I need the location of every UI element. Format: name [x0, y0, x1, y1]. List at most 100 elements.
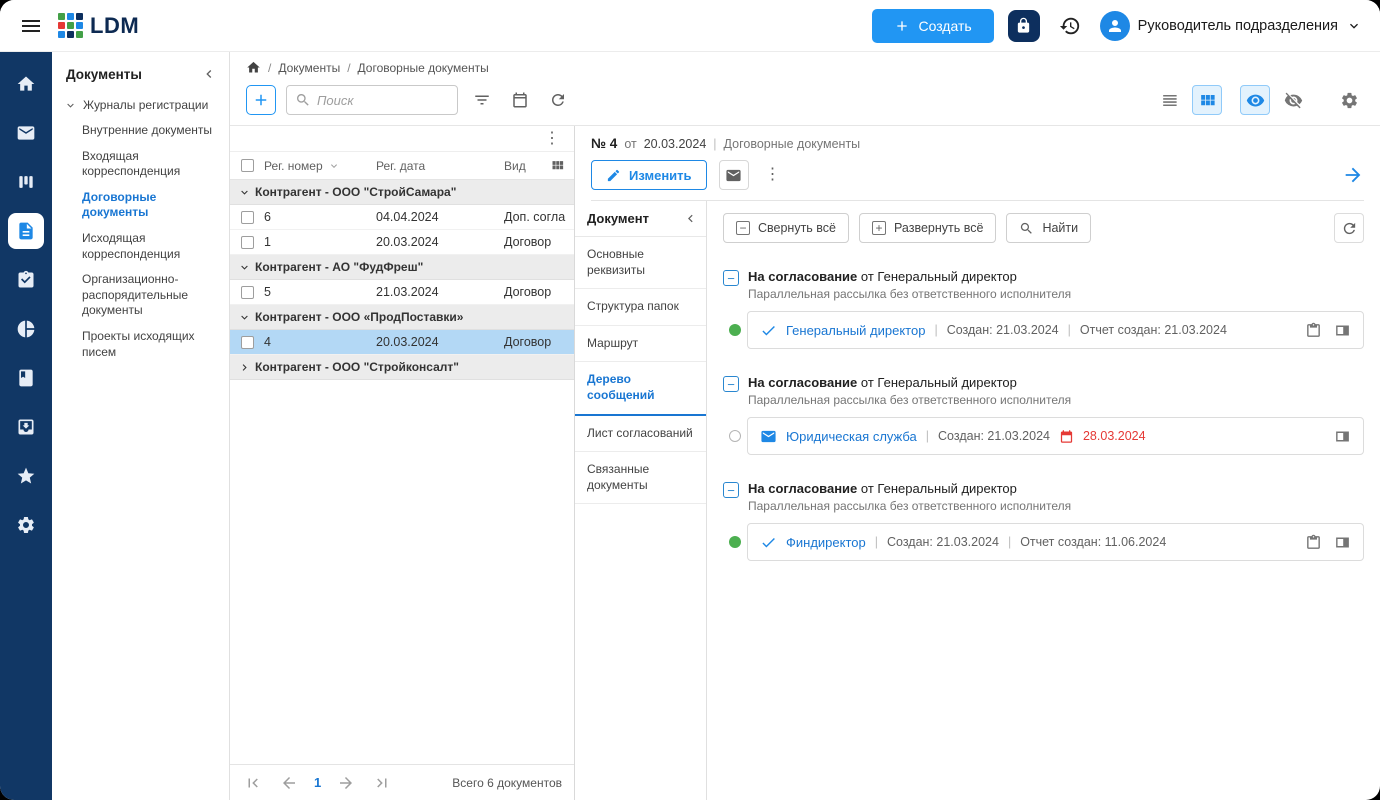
archive-icon[interactable] [8, 409, 44, 445]
history-icon[interactable] [1054, 10, 1086, 42]
column-type[interactable]: Вид [504, 159, 546, 173]
refresh-list-icon[interactable] [544, 86, 572, 114]
tab-main-requisites[interactable]: Основные реквизиты [575, 237, 706, 289]
breadcrumb-item-documents[interactable]: Документы [278, 61, 340, 75]
lock-icon[interactable] [1008, 10, 1040, 42]
table-row[interactable]: 6 04.04.2024 Доп. согла [230, 205, 574, 230]
last-page-icon[interactable] [371, 772, 393, 794]
report-icon[interactable] [1305, 322, 1322, 339]
row-checkbox[interactable] [241, 286, 254, 299]
mail-icon[interactable] [8, 115, 44, 151]
group-row[interactable]: Контрагент - ООО "СтройСамара" [230, 180, 574, 205]
row-checkbox[interactable] [241, 211, 254, 224]
send-mail-icon[interactable] [719, 160, 749, 190]
filter-icon[interactable] [468, 86, 496, 114]
tab-message-tree[interactable]: Дерево сообщений [575, 362, 706, 415]
documents-icon[interactable] [8, 213, 44, 249]
expand-all-button[interactable]: + Развернуть всё [859, 213, 996, 243]
collapse-panel-icon[interactable] [199, 64, 219, 84]
column-reg-date[interactable]: Рег. дата [376, 159, 504, 173]
card-separator: | [934, 323, 937, 337]
column-reg-number[interactable]: Рег. номер [264, 159, 323, 173]
sort-icon[interactable] [328, 160, 340, 172]
sidebar-item-outgoing[interactable]: Исходящая корреспонденция [52, 226, 229, 267]
settings-icon[interactable] [8, 507, 44, 543]
table-row-selected[interactable]: 4 20.03.2024 Договор [230, 330, 574, 355]
next-page-icon[interactable] [335, 772, 357, 794]
tab-approval-sheet[interactable]: Лист согласований [575, 416, 706, 453]
sidebar-item-draft-letters[interactable]: Проекты исходящих писем [52, 324, 229, 365]
grid-view-icon[interactable] [1192, 85, 1222, 115]
edit-button[interactable]: Изменить [591, 160, 707, 190]
row-checkbox[interactable] [241, 336, 254, 349]
sidebar-item-contract-docs[interactable]: Договорные документы [52, 185, 229, 226]
message-sender: от Генеральный директор [861, 375, 1017, 390]
breadcrumb-separator: / [347, 61, 350, 75]
journal-icon[interactable] [8, 360, 44, 396]
plus-square-icon: + [872, 221, 886, 235]
first-page-icon[interactable] [242, 772, 264, 794]
select-all-checkbox[interactable] [241, 159, 254, 172]
message-tree: − Свернуть всё + Развернуть всё Найти [707, 201, 1380, 800]
home-breadcrumb-icon[interactable] [246, 60, 261, 75]
collapse-all-button[interactable]: − Свернуть всё [723, 213, 849, 243]
content-area: / Документы / Договорные документы [230, 52, 1380, 800]
show-preview-icon[interactable] [1240, 85, 1270, 115]
table-row[interactable]: 5 21.03.2024 Договор [230, 280, 574, 305]
tab-related-documents[interactable]: Связанные документы [575, 452, 706, 504]
find-button[interactable]: Найти [1006, 213, 1091, 243]
table-row[interactable]: 1 20.03.2024 Договор [230, 230, 574, 255]
message-card[interactable]: Генеральный директор | Создан: 21.03.202… [747, 311, 1364, 349]
calendar-filter-icon[interactable] [506, 86, 534, 114]
home-icon[interactable] [8, 66, 44, 102]
group-row-collapsed[interactable]: Контрагент - ООО "Стройконсалт" [230, 355, 574, 380]
board-icon[interactable] [8, 164, 44, 200]
preview-panel-icon[interactable] [1334, 322, 1351, 339]
current-page[interactable]: 1 [314, 775, 321, 790]
ldm-logo[interactable]: LDM [58, 13, 139, 39]
row-checkbox[interactable] [241, 236, 254, 249]
tab-route[interactable]: Маршрут [575, 326, 706, 363]
detail-kebab-icon[interactable]: ⋮ [761, 167, 785, 183]
preview-panel-icon[interactable] [1334, 428, 1351, 445]
cell-reg-date: 20.03.2024 [376, 335, 504, 349]
menu-icon[interactable] [18, 13, 44, 39]
group-row[interactable]: Контрагент - ООО «ПродПоставки» [230, 305, 574, 330]
expand-all-label: Развернуть всё [894, 221, 983, 235]
tasks-icon[interactable] [8, 262, 44, 298]
preview-panel-icon[interactable] [1334, 534, 1351, 551]
cell-reg-number: 4 [264, 335, 376, 349]
reports-icon[interactable] [8, 311, 44, 347]
hide-preview-icon[interactable] [1278, 85, 1308, 115]
list-settings-icon[interactable] [1334, 85, 1364, 115]
list-view-icon[interactable] [1154, 85, 1184, 115]
recipient-link[interactable]: Финдиректор [786, 535, 866, 550]
collapse-node-icon[interactable]: − [723, 270, 739, 286]
user-menu[interactable]: Руководитель подразделения [1100, 11, 1362, 41]
tab-folder-structure[interactable]: Структура папок [575, 289, 706, 326]
nav-rail [0, 52, 52, 800]
message-card[interactable]: Юридическая служба | Создан: 21.03.2024 … [747, 417, 1364, 455]
create-button[interactable]: Создать [872, 9, 993, 43]
sidebar-item-incoming[interactable]: Входящая корреспонденция [52, 144, 229, 185]
search-input[interactable] [317, 93, 449, 108]
sidebar-item-internal-docs[interactable]: Внутренние документы [52, 118, 229, 144]
recipient-link[interactable]: Генеральный директор [786, 323, 925, 338]
list-kebab-icon[interactable]: ⋮ [540, 131, 564, 147]
breadcrumb-item-contract-docs[interactable]: Договорные документы [358, 61, 489, 75]
collapse-node-icon[interactable]: − [723, 482, 739, 498]
message-card[interactable]: Финдиректор | Создан: 21.03.2024 | Отчет… [747, 523, 1364, 561]
collapse-subnav-icon[interactable] [683, 211, 698, 226]
add-document-button[interactable] [246, 85, 276, 115]
collapse-node-icon[interactable]: − [723, 376, 739, 392]
recipient-link[interactable]: Юридическая служба [786, 429, 917, 444]
open-fullscreen-icon[interactable] [1342, 164, 1364, 186]
favorites-icon[interactable] [8, 458, 44, 494]
prev-page-icon[interactable] [278, 772, 300, 794]
group-row[interactable]: Контрагент - АО "ФудФреш" [230, 255, 574, 280]
refresh-tree-icon[interactable] [1334, 213, 1364, 243]
tree-group-journals[interactable]: Журналы регистрации [52, 94, 229, 118]
sidebar-item-org-docs[interactable]: Организационно-распорядительные документ… [52, 267, 229, 324]
report-icon[interactable] [1305, 534, 1322, 551]
column-settings-icon[interactable] [546, 155, 568, 177]
